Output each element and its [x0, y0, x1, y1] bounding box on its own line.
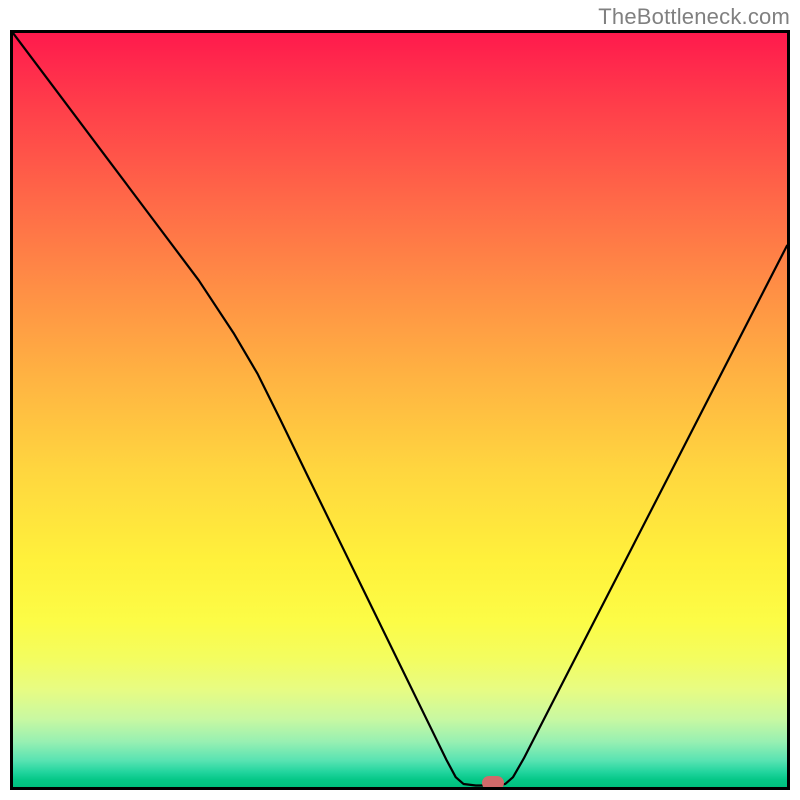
bottleneck-curve [13, 33, 787, 787]
watermark-text: TheBottleneck.com [598, 4, 790, 30]
optimal-point-marker [482, 776, 504, 790]
chart-container: TheBottleneck.com [0, 0, 800, 800]
plot-frame [10, 30, 790, 790]
